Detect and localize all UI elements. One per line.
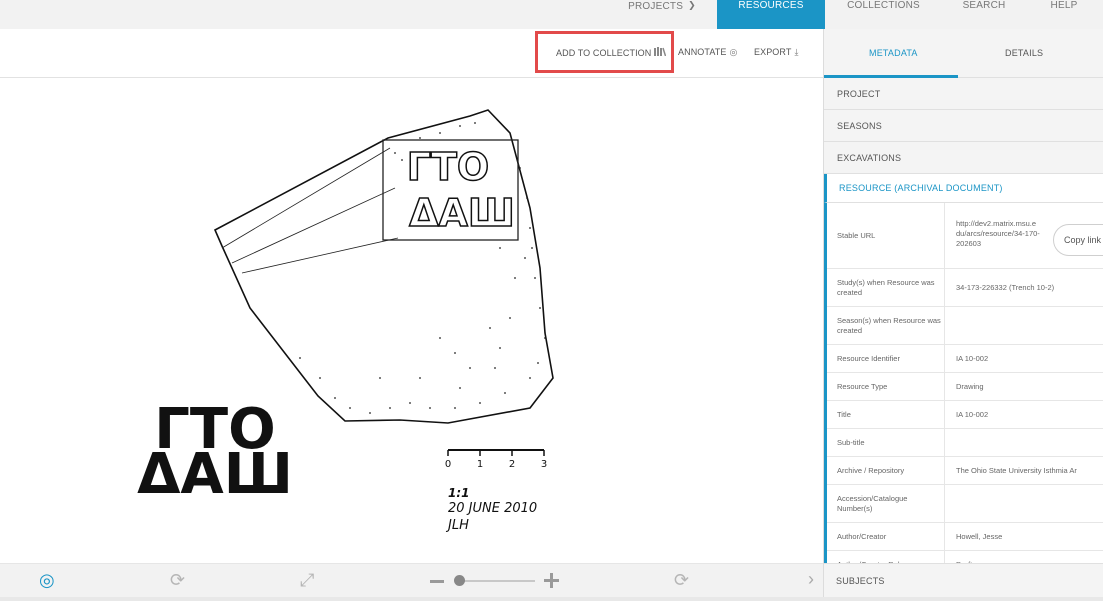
zoom-out-icon[interactable]: [430, 580, 444, 583]
target-icon: ◎: [729, 47, 738, 57]
table-row: Accession/Catalogue Number(s): [827, 485, 1103, 523]
bottom-strip: [0, 597, 1103, 601]
table-row: Sub-title: [827, 429, 1103, 457]
metadata-sidebar: METADATA DETAILS PROJECT SEASONS EXCAVAT…: [823, 29, 1103, 597]
top-nav: PROJECTS ❯ RESOURCES COLLECTIONS SEARCH H…: [0, 0, 1103, 29]
row-value: 34-173-226332 (Trench 10-2): [956, 283, 1055, 292]
nav-projects-label: PROJECTS: [628, 1, 684, 12]
drawing-initials: JLH: [445, 518, 469, 533]
row-value: IA 10-002: [956, 354, 989, 363]
row-key: Study(s) when Resource was created: [827, 269, 945, 306]
table-row: Resource Identifier IA 10-002: [827, 345, 1103, 373]
annotate-label: ANNOTATE: [678, 47, 727, 57]
tab-metadata[interactable]: METADATA: [869, 48, 918, 58]
nav-search-label: SEARCH: [962, 0, 1006, 11]
inscription-bottom: ΔΑШ: [137, 442, 293, 507]
section-resource[interactable]: RESOURCE (ARCHIVAL DOCUMENT): [824, 174, 1103, 203]
row-key: Author/Creator: [827, 523, 945, 550]
section-project[interactable]: PROJECT: [824, 78, 1103, 110]
nav-search[interactable]: SEARCH: [950, 0, 1018, 29]
row-key: Archive / Repository: [827, 457, 945, 484]
zoom-in-icon-vertical[interactable]: [550, 573, 553, 588]
refresh-icon[interactable]: ⟳: [674, 571, 689, 589]
nav-collections-label: COLLECTIONS: [847, 0, 920, 11]
table-row: Season(s) when Resource was created: [827, 307, 1103, 345]
nav-collections[interactable]: COLLECTIONS: [836, 0, 931, 29]
stamp-inscription-bottom: ΔΑШ: [409, 191, 515, 235]
nav-resources[interactable]: RESOURCES: [717, 0, 825, 29]
image-viewer[interactable]: ΓΤΟ ΔΑШ ΓΤΟ ΔΑШ 0 1 2 3 1:1 20 JUNE 2010…: [0, 78, 823, 563]
section-seasons[interactable]: SEASONS: [824, 110, 1103, 142]
highlight-box: [535, 31, 674, 73]
row-key: Resource Identifier: [827, 345, 945, 372]
copy-link-button[interactable]: Copy link: [1053, 224, 1103, 256]
nav-projects[interactable]: PROJECTS ❯: [612, 0, 712, 29]
zoom-slider-handle[interactable]: [454, 575, 465, 586]
scale-tick-1: 1: [477, 459, 483, 470]
target-icon[interactable]: ◎: [39, 571, 55, 589]
drawing-date: 20 JUNE 2010: [448, 501, 537, 516]
table-row: Title IA 10-002: [827, 401, 1103, 429]
table-row: Archive / Repository The Ohio State Univ…: [827, 457, 1103, 485]
export-label: EXPORT: [754, 47, 792, 57]
viewer-toolbar: ADD TO COLLECTION ANNOTATE ◎ EXPORT ⤓: [0, 29, 823, 78]
scale-tick-2: 2: [509, 459, 515, 470]
zoom-slider-track[interactable]: [459, 580, 535, 582]
row-value: The Ohio State University Isthmia Ar: [956, 466, 1077, 475]
metadata-table: Stable URL http://dev2.matrix.msu.edu/ar…: [824, 203, 1103, 579]
row-value: Drawing: [956, 382, 984, 391]
table-row: Author/Creator Howell, Jesse: [827, 523, 1103, 551]
chevron-down-icon: ❯: [688, 0, 696, 10]
tab-details[interactable]: DETAILS: [1005, 48, 1043, 58]
stamp-inscription-top: ΓΤΟ: [407, 145, 489, 189]
scale-tick-0: 0: [445, 459, 451, 470]
nav-help[interactable]: HELP: [1040, 0, 1088, 29]
fullscreen-icon[interactable]: ⤢: [300, 571, 314, 589]
row-value: [945, 429, 1103, 456]
table-row: Study(s) when Resource was created 34-17…: [827, 269, 1103, 307]
row-key: Stable URL: [827, 203, 945, 268]
export-button[interactable]: EXPORT ⤓: [754, 47, 799, 58]
scale-label: 1:1: [448, 486, 470, 500]
section-excavations[interactable]: EXCAVATIONS: [824, 142, 1103, 174]
archival-drawing: ΓΤΟ ΔΑШ ΓΤΟ ΔΑШ 0 1 2 3 1:1 20 JUNE 2010…: [137, 109, 554, 533]
rotate-icon[interactable]: ⟳: [170, 571, 185, 589]
table-row: Resource Type Drawing: [827, 373, 1103, 401]
row-key: Accession/Catalogue Number(s): [827, 485, 945, 522]
row-value: [945, 307, 1103, 344]
row-key: Sub-title: [827, 429, 945, 456]
row-value: http://dev2.matrix.msu.edu/arcs/resource…: [956, 219, 1040, 248]
row-key: Season(s) when Resource was created: [827, 307, 945, 344]
nav-help-label: HELP: [1050, 0, 1078, 11]
sidebar-tabs: METADATA DETAILS: [824, 29, 1103, 78]
row-value: [945, 485, 1103, 522]
row-value: Howell, Jesse: [956, 532, 1003, 541]
section-subjects[interactable]: SUBJECTS: [824, 563, 1103, 597]
row-key: Title: [827, 401, 945, 428]
download-icon: ⤓: [794, 47, 799, 57]
scale-tick-3: 3: [541, 459, 547, 470]
row-value: IA 10-002: [956, 410, 989, 419]
annotate-button[interactable]: ANNOTATE ◎: [678, 47, 737, 58]
sherd-outline: [213, 109, 554, 424]
nav-resources-label: RESOURCES: [738, 0, 804, 11]
row-key: Resource Type: [827, 373, 945, 400]
chevron-right-icon[interactable]: ›: [808, 569, 814, 590]
viewer-controls: ◎ ⟳ ⤢ ⟳: [0, 563, 823, 597]
scale-bar: 0 1 2 3: [445, 449, 547, 470]
